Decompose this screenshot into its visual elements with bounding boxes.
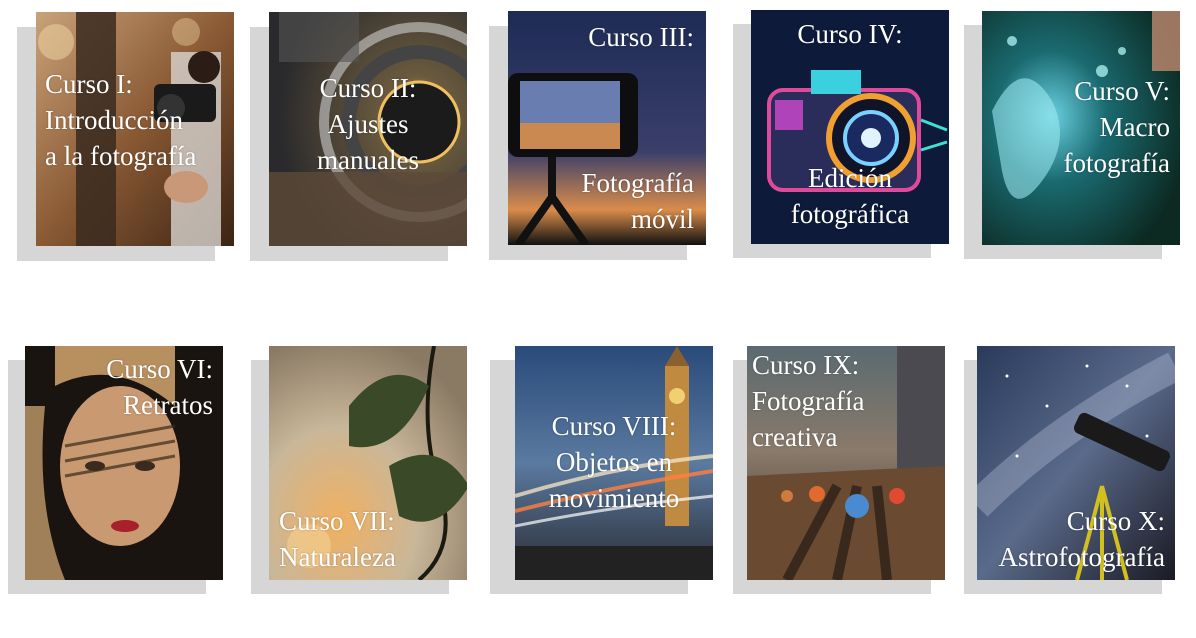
course-image-8: Curso VIII: Objetos en movimiento xyxy=(515,346,713,580)
course-image-7: Curso VII: Naturaleza xyxy=(269,346,467,580)
course-title-8: Curso VIII: Objetos en movimiento xyxy=(548,411,680,513)
course-image-1: Curso I: Introducción a la fotografía xyxy=(36,12,234,246)
course-title-9: Curso IX: Fotografía creativa xyxy=(752,350,865,452)
course-image-10: Curso X: Astrofotografía xyxy=(977,346,1175,580)
course-title-5: Curso V: Macro fotografía xyxy=(1063,76,1170,178)
course-image-9: Curso IX: Fotografía creativa xyxy=(747,346,945,580)
course-title-3b: Fotografía móvil xyxy=(581,168,694,234)
course-title-1: Curso I: Introducción a la fotografía xyxy=(45,69,197,171)
course-title-6: Curso VI: Retratos xyxy=(106,354,213,420)
course-title-4a: Curso IV: xyxy=(797,19,903,49)
course-title-7: Curso VII: Naturaleza xyxy=(279,506,396,572)
course-title-4b: Edición fotográfica xyxy=(790,163,910,229)
course-image-6: Curso VI: Retratos xyxy=(25,346,223,580)
course-title-3a: Curso III: xyxy=(588,22,694,52)
course-title-10: Curso X: Astrofotografía xyxy=(998,506,1165,572)
course-image-5: Curso V: Macro fotografía xyxy=(982,11,1180,245)
course-image-4: Curso IV: Edición fotográfica xyxy=(751,10,949,244)
course-image-3: Curso III: Fotografía móvil xyxy=(508,11,706,245)
course-title-2: Curso II: Ajustes manuales xyxy=(317,73,419,175)
course-image-2: Curso II: Ajustes manuales xyxy=(269,12,467,246)
